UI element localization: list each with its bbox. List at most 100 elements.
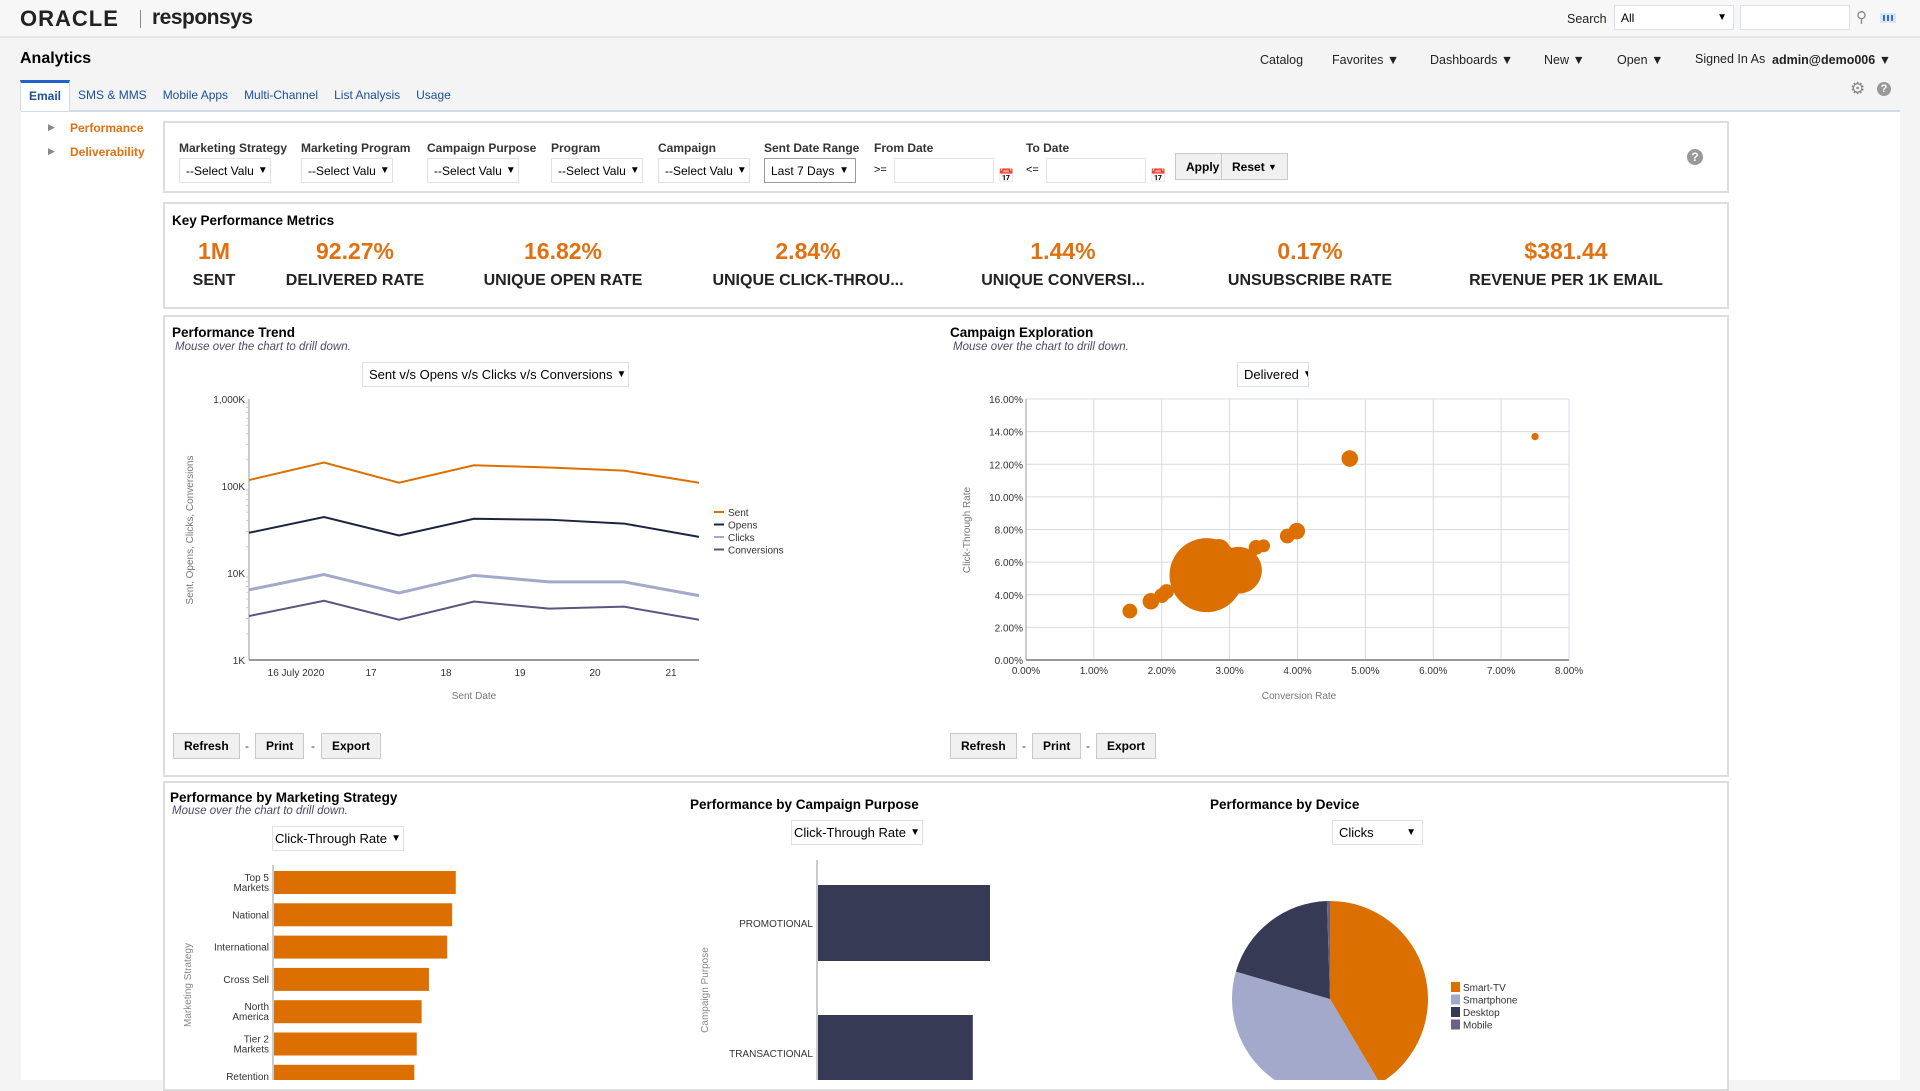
bar <box>274 1032 417 1056</box>
y-axis-title: Campaign Purpose <box>700 947 711 1033</box>
help-icon[interactable]: ? <box>1687 149 1703 165</box>
kpi-label: UNIQUE CLICK-THROU... <box>712 272 904 289</box>
bar <box>274 1064 415 1080</box>
open-menu[interactable]: Open ▼ <box>1617 53 1663 67</box>
tab-sms-mms[interactable]: SMS & MMS <box>70 80 155 111</box>
print-button[interactable]: Print <box>255 733 305 759</box>
device-metric-value: Clicks <box>1339 825 1374 840</box>
favorites-menu[interactable]: Favorites ▼ <box>1332 53 1399 67</box>
bubble <box>1122 603 1138 619</box>
program-label: Program <box>551 141 601 155</box>
dashboards-menu[interactable]: Dashboards ▼ <box>1430 53 1513 67</box>
channel-tabs: Email SMS & MMS Mobile Apps Multi-Channel Li… <box>20 80 459 111</box>
bubble <box>1288 522 1306 540</box>
new-menu[interactable]: New ▼ <box>1544 53 1585 67</box>
export-button[interactable]: Export <box>1096 733 1157 759</box>
trend-metric-select[interactable]: Sent v/s Opens v/s Clicks v/s Conversion… <box>362 362 629 387</box>
drill-hint: Mouse over the chart to drill down. <box>953 341 1129 353</box>
refresh-button[interactable]: Refresh <box>173 733 240 759</box>
y-tick-label: 8.00% <box>995 526 1023 537</box>
logo-divider <box>140 10 141 28</box>
chevron-down-icon: ▼ <box>1386 53 1400 67</box>
refresh-button[interactable]: Refresh <box>950 733 1017 759</box>
catalog-link[interactable]: Catalog <box>1260 53 1303 67</box>
tab-multi-channel[interactable]: Multi-Channel <box>236 80 326 111</box>
from-date-label: From Date <box>874 141 934 155</box>
chevron-down-icon: ▼ <box>629 165 640 176</box>
sidebar-item-performance[interactable]: Performance <box>70 121 143 135</box>
strategy-title: Performance by Marketing Strategy <box>170 790 398 805</box>
expand-icon[interactable]: ▶ <box>48 122 55 133</box>
tab-list-analysis[interactable]: List Analysis <box>326 80 408 111</box>
marketing-program-select[interactable]: --Select Valu ▼ <box>301 158 393 183</box>
search-icon[interactable]: ⚲ <box>1856 8 1867 26</box>
marketing-strategy-label: Marketing Strategy <box>179 141 288 155</box>
x-tick-label: 7.00% <box>1487 666 1515 677</box>
performance-trend-chart[interactable]: 1K 10K 100K 1,000K 16 July 2020 17 18 19 20 21 Sen… <box>163 390 843 700</box>
drill-hint: Mouse over the chart to drill down. <box>172 805 348 817</box>
legend-swatch <box>1451 994 1460 1005</box>
program-select[interactable]: --Select Valu ▼ <box>551 158 643 183</box>
search-label: Search <box>1567 12 1607 26</box>
search-input[interactable] <box>1740 5 1850 30</box>
campaign-select[interactable]: --Select Valu ▼ <box>658 158 750 183</box>
x-tick-label: 16 July 2020 <box>268 668 325 679</box>
chevron-down-icon: ▼ <box>1878 53 1892 67</box>
y-axis-title: Marketing Strategy <box>183 943 194 1027</box>
chevron-down-icon: ▼ <box>1406 827 1416 838</box>
legend-label: Conversions <box>728 546 784 557</box>
export-button[interactable]: Export <box>321 733 382 759</box>
calendar-icon[interactable]: 📅 <box>998 168 1014 184</box>
calendar-icon[interactable]: 📅 <box>1150 168 1166 184</box>
strategy-metric-select[interactable]: Click-Through Rate ▼ <box>272 826 404 851</box>
tab-usage[interactable]: Usage <box>408 80 459 111</box>
exploration-metric-select[interactable]: Delivered ▼ <box>1237 362 1309 387</box>
user-name: admin@demo006 <box>1772 53 1876 67</box>
purpose-metric-select[interactable]: Click-Through Rate ▼ <box>791 820 923 845</box>
kpi-label: UNSUBSCRIBE RATE <box>1227 272 1393 289</box>
from-date-input[interactable] <box>894 158 994 183</box>
bar <box>274 1000 422 1024</box>
help-icon[interactable]: ? <box>1877 82 1891 96</box>
print-button[interactable]: Print <box>1032 733 1082 759</box>
bar <box>818 885 990 961</box>
apps-grid-icon[interactable] <box>1880 13 1896 23</box>
performance-trend-title: Performance Trend <box>172 325 296 340</box>
reset-label: Reset <box>1232 159 1265 174</box>
sidebar-item-deliverability[interactable]: Deliverability <box>70 145 145 159</box>
campaign-label: Campaign <box>658 141 717 155</box>
x-tick-label: 3.00% <box>1215 666 1243 677</box>
chevron-down-icon: ▼ <box>257 165 268 176</box>
x-tick-label: 5.00% <box>1351 666 1379 677</box>
marketing-strategy-select[interactable]: --Select Valu ▼ <box>179 158 271 183</box>
campaign-exploration-chart[interactable]: 0.00%0.00% 1.00% 2.00% 2.00% 4.00% 3.00% 6.00%… <box>940 390 1600 700</box>
to-date-input[interactable] <box>1046 158 1146 183</box>
y-tick-label: 12.00% <box>989 460 1023 471</box>
x-tick-label: 1.00% <box>1080 666 1108 677</box>
y-tick-label: 10K <box>227 569 245 580</box>
bubble <box>1531 432 1539 441</box>
user-menu[interactable]: admin@demo006 ▼ <box>1772 53 1891 67</box>
campaign-purpose-select[interactable]: --Select Valu ▼ <box>427 158 519 183</box>
open-label: Open <box>1617 53 1648 67</box>
tab-email[interactable]: Email <box>20 80 71 111</box>
expand-icon[interactable]: ▶ <box>48 146 55 157</box>
search-scope-select[interactable]: All ▼ <box>1614 5 1734 30</box>
sent-date-range-select[interactable]: Last 7 Days ▼ <box>764 158 856 183</box>
kpi-panel <box>163 202 1729 309</box>
series-line-conversions <box>248 599 700 621</box>
y-tick-label: 2.00% <box>995 623 1023 634</box>
operator: <= <box>1026 164 1039 176</box>
device-metric-select[interactable]: Clicks ▼ <box>1332 820 1423 845</box>
kpi-label: REVENUE PER 1K EMAIL <box>1469 272 1663 289</box>
y-tick-label: 0.00% <box>995 656 1023 667</box>
reset-button[interactable]: Reset ▼ <box>1221 153 1288 180</box>
y-tick-label: 14.00% <box>989 428 1023 439</box>
trend-metric-value: Sent v/s Opens v/s Clicks v/s Conversion… <box>369 367 613 382</box>
purpose-metric-value: Click-Through Rate <box>794 825 906 840</box>
breakdown-charts[interactable]: Marketing StrategyTop 5MarketsNationalIn… <box>163 855 1729 1080</box>
selected-value: --Select Valu <box>434 163 502 178</box>
tab-mobile-apps[interactable]: Mobile Apps <box>155 80 236 111</box>
y-axis-title: Sent, Opens, Clicks, Conversions <box>185 456 196 605</box>
gear-icon[interactable]: ⚙ <box>1850 79 1865 99</box>
